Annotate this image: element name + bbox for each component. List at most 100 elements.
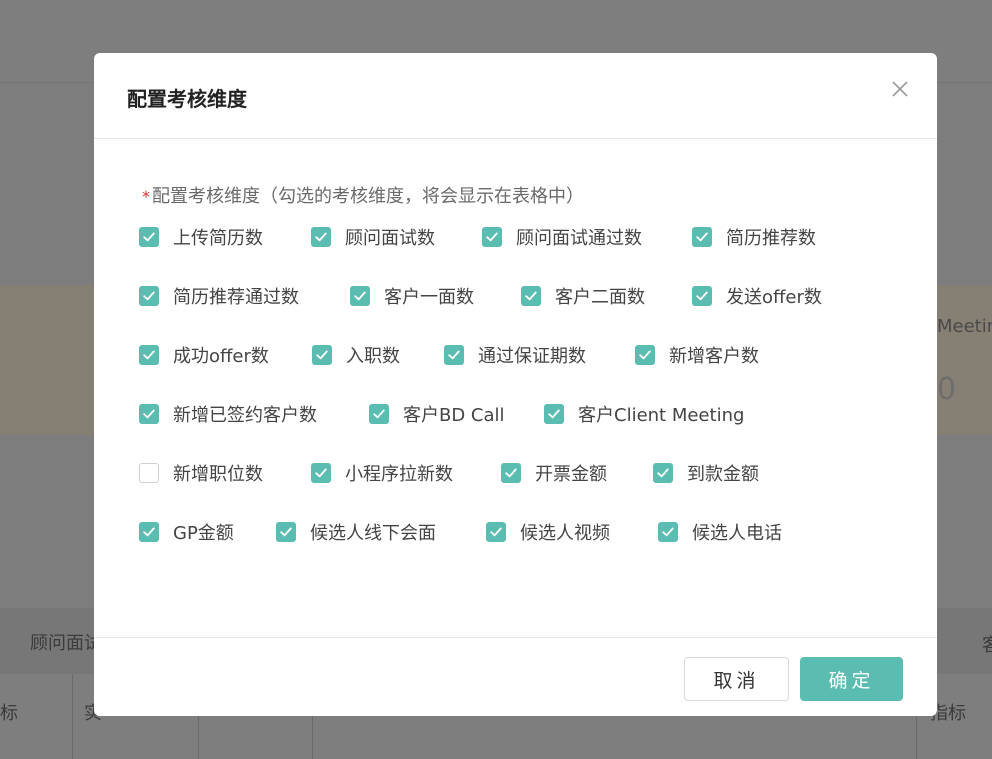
checkbox-item[interactable]: 上传简历数 xyxy=(139,224,263,250)
checkmark-icon xyxy=(696,291,708,301)
checkmark-icon xyxy=(143,350,155,360)
checkmark-icon xyxy=(143,409,155,419)
checkbox-item[interactable]: 开票金额 xyxy=(501,460,607,486)
checkbox-label: 客户Client Meeting xyxy=(578,405,745,426)
checkbox[interactable] xyxy=(692,286,712,306)
checkbox[interactable] xyxy=(501,463,521,483)
checkbox[interactable] xyxy=(658,522,678,542)
checkmark-icon xyxy=(448,350,460,360)
checkbox[interactable] xyxy=(486,522,506,542)
checkmark-icon xyxy=(639,350,651,360)
checkmark-icon xyxy=(143,527,155,537)
checkbox-item[interactable]: 顾问面试数 xyxy=(311,224,435,250)
checkbox-label: 客户BD Call xyxy=(403,405,505,426)
checkbox-label: 上传简历数 xyxy=(173,228,263,249)
modal-footer: 取消 确定 xyxy=(94,637,937,716)
checkmark-icon xyxy=(315,468,327,478)
checkmark-icon xyxy=(354,291,366,301)
modal-header: 配置考核维度 xyxy=(94,53,937,139)
checkmark-icon xyxy=(486,232,498,242)
checkbox-label: 客户二面数 xyxy=(555,287,645,308)
checkbox[interactable] xyxy=(444,345,464,365)
checkbox[interactable] xyxy=(139,345,159,365)
checkbox[interactable] xyxy=(692,227,712,247)
checkbox-item[interactable]: 发送offer数 xyxy=(692,283,822,309)
checkbox[interactable] xyxy=(635,345,655,365)
checkmark-icon xyxy=(316,350,328,360)
field-label-text: 配置考核维度（勾选的考核维度，将会显示在表格中） xyxy=(152,186,584,207)
checkbox-label: 简历推荐数 xyxy=(726,228,816,249)
checkbox-item[interactable]: 入职数 xyxy=(312,342,400,368)
checkbox-item[interactable]: 新增已签约客户数 xyxy=(139,401,317,427)
checkbox[interactable] xyxy=(369,404,389,424)
checkbox[interactable] xyxy=(312,345,332,365)
checkbox-label: 成功offer数 xyxy=(173,346,269,367)
confirm-button[interactable]: 确定 xyxy=(800,657,903,701)
checkbox-label: 小程序拉新数 xyxy=(345,464,453,485)
checkbox-item[interactable]: 通过保证期数 xyxy=(444,342,586,368)
checkbox[interactable] xyxy=(311,227,331,247)
checkbox-label: 顾问面试通过数 xyxy=(516,228,642,249)
bg-text-fragment: 标 xyxy=(0,703,18,724)
checkbox-item[interactable]: 新增客户数 xyxy=(635,342,759,368)
checkbox-label: 新增客户数 xyxy=(669,346,759,367)
checkbox-item[interactable]: 客户一面数 xyxy=(350,283,474,309)
checkbox-item[interactable]: 新增职位数 xyxy=(139,460,263,486)
checkbox[interactable] xyxy=(521,286,541,306)
bg-col-divider xyxy=(72,674,73,759)
checkmark-icon xyxy=(143,232,155,242)
checkmark-icon xyxy=(525,291,537,301)
checkmark-icon xyxy=(505,468,517,478)
checkbox[interactable] xyxy=(350,286,370,306)
checkbox-label: 候选人线下会面 xyxy=(310,523,436,544)
checkbox[interactable] xyxy=(139,227,159,247)
checkbox-label: 候选人视频 xyxy=(520,523,610,544)
checkbox[interactable] xyxy=(482,227,502,247)
checkbox-item[interactable]: 成功offer数 xyxy=(139,342,269,368)
checkbox-label: GP金额 xyxy=(173,523,234,544)
checkbox[interactable] xyxy=(139,286,159,306)
checkbox-label: 发送offer数 xyxy=(726,287,822,308)
checkmark-icon xyxy=(696,232,708,242)
checkmark-icon xyxy=(373,409,385,419)
checkmark-icon xyxy=(315,232,327,242)
checkbox-label: 开票金额 xyxy=(535,464,607,485)
checkbox[interactable] xyxy=(544,404,564,424)
checkbox-item[interactable]: 简历推荐数 xyxy=(692,224,816,250)
bg-text-fragment: 顾问面试 xyxy=(30,633,102,654)
checkbox[interactable] xyxy=(139,463,159,483)
close-icon[interactable] xyxy=(891,80,909,98)
checkbox-item[interactable]: 到款金额 xyxy=(653,460,759,486)
cancel-button[interactable]: 取消 xyxy=(684,657,789,701)
checkbox[interactable] xyxy=(311,463,331,483)
checkbox-label: 通过保证期数 xyxy=(478,346,586,367)
checkmark-icon xyxy=(662,527,674,537)
dimensions-field-label: * 配置考核维度（勾选的考核维度，将会显示在表格中） xyxy=(142,182,584,208)
bg-text-fragment: Meeting xyxy=(937,316,992,337)
bg-text-fragment: 0 xyxy=(937,372,957,407)
checkbox-label: 候选人电话 xyxy=(692,523,782,544)
checkbox-item[interactable]: 客户BD Call xyxy=(369,401,505,427)
checkbox[interactable] xyxy=(276,522,296,542)
checkbox-item[interactable]: 小程序拉新数 xyxy=(311,460,453,486)
checkbox-item[interactable]: 顾问面试通过数 xyxy=(482,224,642,250)
checkbox-item[interactable]: 客户二面数 xyxy=(521,283,645,309)
checkbox[interactable] xyxy=(653,463,673,483)
checkmark-icon xyxy=(490,527,502,537)
checkbox-item[interactable]: 候选人视频 xyxy=(486,519,610,545)
checkbox-item[interactable]: 候选人线下会面 xyxy=(276,519,436,545)
checkbox-item[interactable]: 简历推荐通过数 xyxy=(139,283,299,309)
checkmark-icon xyxy=(548,409,560,419)
checkbox-label: 简历推荐通过数 xyxy=(173,287,299,308)
checkbox-label: 入职数 xyxy=(346,346,400,367)
checkbox-item[interactable]: GP金额 xyxy=(139,519,234,545)
checkbox-item[interactable]: 候选人电话 xyxy=(658,519,782,545)
checkbox-label: 新增已签约客户数 xyxy=(173,405,317,426)
checkbox-label: 到款金额 xyxy=(687,464,759,485)
checkbox[interactable] xyxy=(139,522,159,542)
config-dimensions-modal: 配置考核维度 * 配置考核维度（勾选的考核维度，将会显示在表格中） 上传简历数 顾… xyxy=(94,53,937,716)
checkmark-icon xyxy=(143,291,155,301)
checkbox-item[interactable]: 客户Client Meeting xyxy=(544,401,744,427)
checkbox[interactable] xyxy=(139,404,159,424)
checkbox-label: 新增职位数 xyxy=(173,464,263,485)
